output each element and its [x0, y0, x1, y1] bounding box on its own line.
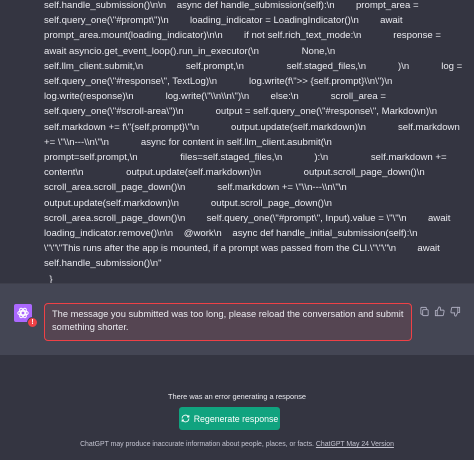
regenerate-response-label: Regenerate response	[193, 413, 279, 424]
error-badge: !	[27, 317, 38, 328]
footer-disclaimer: ChatGPT may produce inaccurate informati…	[0, 441, 474, 448]
thumbs-down-button[interactable]	[448, 304, 462, 318]
assistant-message-row: ! The message you submitted was too long…	[0, 283, 474, 356]
thumbs-down-icon	[449, 306, 460, 317]
version-link[interactable]: ChatGPT May 24 Version	[316, 441, 394, 448]
footer-text: ChatGPT may produce inaccurate informati…	[80, 441, 314, 448]
generation-error-message: There was an error generating a response	[167, 392, 307, 401]
code-block-text: self.handle_submission()\n\n async def h…	[44, 0, 463, 283]
regenerate-response-button[interactable]: Regenerate response	[179, 407, 280, 430]
copy-button[interactable]	[417, 304, 431, 318]
error-message-text: The message you submitted was too long, …	[52, 309, 404, 332]
refresh-icon	[181, 414, 190, 423]
copy-icon	[419, 306, 429, 316]
code-output-area: self.handle_submission()\n\n async def h…	[0, 0, 474, 283]
thumbs-up-icon	[434, 305, 445, 316]
thumbs-up-button[interactable]	[432, 304, 446, 318]
bottom-input-area: There was an error generating a response…	[0, 355, 474, 460]
error-message-box: The message you submitted was too long, …	[44, 303, 412, 341]
